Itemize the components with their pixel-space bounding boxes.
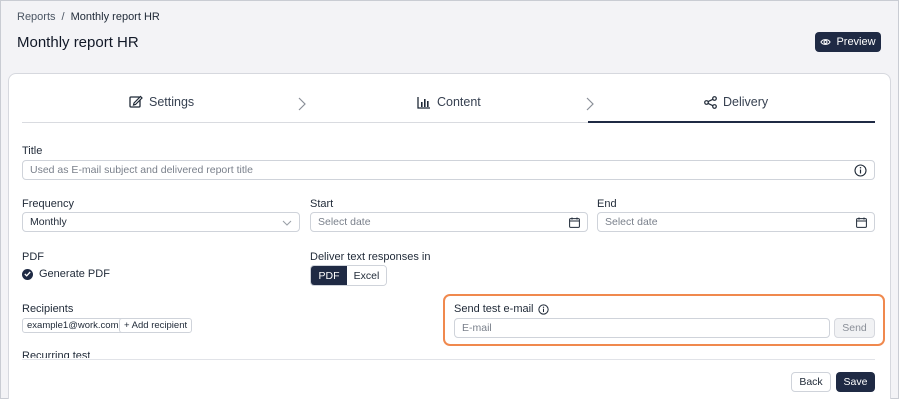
calendar-icon[interactable] — [856, 217, 867, 228]
generate-pdf-checkbox[interactable] — [22, 268, 33, 280]
calendar-icon[interactable] — [569, 217, 580, 228]
send-test-button[interactable]: Send — [834, 318, 875, 338]
chevron-down-icon — [282, 220, 292, 226]
info-icon[interactable] — [854, 164, 867, 177]
step-delivery-label: Delivery — [723, 95, 769, 109]
preview-button[interactable]: Preview — [815, 32, 881, 52]
deliver-option-pdf[interactable]: PDF — [311, 266, 347, 285]
pdf-label: PDF — [22, 251, 44, 263]
chevron-right-icon — [586, 97, 594, 114]
eye-icon — [820, 39, 832, 45]
breadcrumb-current: Monthly report HR — [70, 11, 160, 23]
test-email-label-row: Send test e-mail — [454, 303, 550, 315]
email-placeholder: E-mail — [462, 322, 492, 334]
test-email-input[interactable]: E-mail — [454, 318, 830, 338]
info-icon[interactable] — [538, 303, 550, 315]
add-recipient-button[interactable]: + Add recipient — [119, 318, 193, 333]
active-step-indicator — [588, 121, 875, 123]
add-recipient-label: + Add recipient — [124, 320, 188, 331]
title-placeholder: Used as E-mail subject and delivered rep… — [30, 164, 253, 176]
frequency-select[interactable]: Monthly — [22, 212, 300, 232]
step-settings-label: Settings — [149, 95, 195, 109]
test-email-label: Send test e-mail — [454, 303, 534, 315]
deliver-format-toggle: PDF Excel — [310, 265, 387, 286]
recipient-chip-label: example1@work.com — [27, 320, 119, 331]
chevron-right-icon — [298, 97, 306, 114]
save-button[interactable]: Save — [836, 372, 875, 392]
title-label: Title — [22, 145, 43, 157]
share-icon — [704, 95, 717, 109]
back-button[interactable]: Back — [791, 372, 831, 392]
frequency-label: Frequency — [22, 198, 74, 210]
generate-pdf-checkbox-row[interactable]: Generate PDF — [22, 268, 110, 280]
step-content[interactable]: Content — [417, 95, 481, 109]
start-date-input[interactable]: Select date — [310, 212, 588, 232]
section-divider — [22, 359, 875, 360]
deliver-label: Deliver text responses in — [310, 251, 431, 263]
breadcrumb-root[interactable]: Reports — [17, 11, 56, 23]
start-placeholder: Select date — [318, 216, 371, 228]
preview-button-label: Preview — [836, 36, 876, 48]
edit-icon — [129, 95, 143, 108]
generate-pdf-label: Generate PDF — [39, 268, 110, 280]
end-label: End — [597, 198, 617, 210]
recurring-label-cut: Recurring test — [22, 350, 91, 358]
end-placeholder: Select date — [605, 216, 658, 228]
breadcrumb-separator: / — [61, 11, 65, 23]
breadcrumb: Reports / Monthly report HR — [17, 11, 160, 23]
recipients-label: Recipients — [22, 303, 74, 315]
recipient-chip: example1@work.com — [22, 318, 134, 333]
end-date-input[interactable]: Select date — [597, 212, 875, 232]
bar-chart-icon — [417, 96, 430, 109]
step-settings[interactable]: Settings — [129, 95, 194, 109]
step-delivery[interactable]: Delivery — [704, 95, 768, 109]
check-icon — [24, 271, 31, 277]
title-input[interactable]: Used as E-mail subject and delivered rep… — [22, 160, 875, 180]
step-content-label: Content — [437, 95, 481, 109]
start-label: Start — [310, 198, 334, 210]
page-title: Monthly report HR — [17, 34, 139, 51]
frequency-value: Monthly — [30, 216, 67, 228]
deliver-option-excel[interactable]: Excel — [347, 266, 386, 285]
